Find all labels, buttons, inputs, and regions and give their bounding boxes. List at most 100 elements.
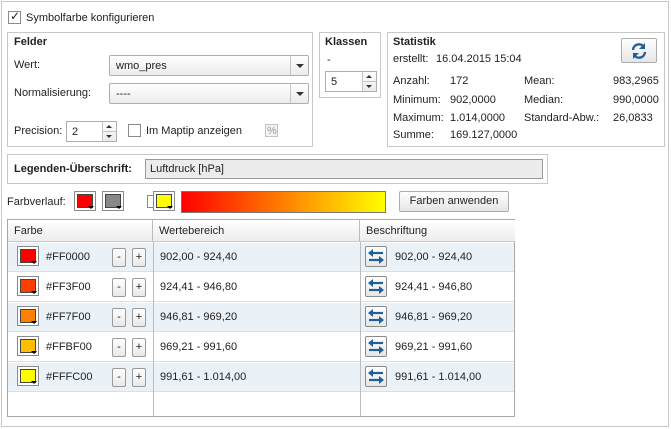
normalisierung-select[interactable]: ---- bbox=[109, 83, 309, 104]
klassen-value: 5 bbox=[331, 76, 338, 88]
row-minus-button[interactable]: - bbox=[112, 278, 126, 297]
copy-range-to-caption-button[interactable] bbox=[365, 306, 387, 327]
refresh-button[interactable] bbox=[621, 38, 657, 63]
table-row[interactable]: #FFFC00 - +991,61 - 1.014,00 991,61 - 1.014… bbox=[8, 363, 514, 392]
swap-arrows-icon bbox=[368, 249, 384, 264]
color-class-table: Farbe Wertebereich Beschriftung #FF0000 -… bbox=[7, 219, 515, 417]
legend-title-group: Legenden-Überschrift: Luftdruck [hPa] bbox=[7, 154, 548, 184]
gradient-preview-bar bbox=[181, 191, 386, 213]
row-color-hex: #FF0000 bbox=[46, 251, 91, 263]
stat-minimum-value: 902,0000 bbox=[450, 94, 496, 106]
copy-range-to-caption-button[interactable] bbox=[365, 336, 387, 357]
row-plus-button[interactable]: + bbox=[132, 308, 146, 327]
apply-colors-button[interactable]: Farben anwenden bbox=[399, 191, 509, 212]
swap-arrows-icon bbox=[368, 309, 384, 324]
table-row[interactable]: #FFBF00 - +969,21 - 991,60 969,21 - 991,60 bbox=[8, 333, 514, 362]
column-header-beschriftung-label: Beschriftung bbox=[366, 225, 428, 237]
created-value: 16.04.2015 15:04 bbox=[436, 53, 522, 65]
wert-select[interactable]: wmo_pres bbox=[109, 55, 309, 76]
klassen-spinner[interactable]: 5 bbox=[325, 71, 377, 92]
row-plus-button[interactable]: + bbox=[132, 368, 146, 387]
statistik-legend: Statistik bbox=[393, 36, 436, 48]
copy-range-to-caption-button[interactable] bbox=[365, 366, 387, 387]
row-range: 969,21 - 991,60 bbox=[160, 341, 238, 353]
legend-title-input[interactable]: Luftdruck [hPa] bbox=[145, 159, 543, 179]
row-color-hex: #FF3F00 bbox=[46, 281, 91, 293]
gradient-end-color-button[interactable] bbox=[153, 191, 175, 211]
dropdown-arrow-icon bbox=[88, 206, 94, 209]
maptip-label: Im Maptip anzeigen bbox=[146, 125, 242, 137]
normalisierung-select-value: ---- bbox=[116, 88, 131, 100]
table-row[interactable]: #FF3F00 - +924,41 - 946,80 924,41 - 946,80 bbox=[8, 273, 514, 302]
chevron-down-icon[interactable] bbox=[290, 56, 308, 75]
spinner-arrows-icon[interactable] bbox=[102, 122, 116, 141]
copy-range-to-caption-button[interactable] bbox=[365, 246, 387, 267]
column-header-farbe[interactable]: Farbe bbox=[8, 220, 153, 242]
row-range: 991,61 - 1.014,00 bbox=[160, 371, 247, 383]
wert-label: Wert: bbox=[14, 59, 41, 71]
legend-title-value: Luftdruck [hPa] bbox=[150, 163, 224, 175]
symbol-color-panel: Symbolfarbe konfigurieren Felder Wert: w… bbox=[1, 1, 669, 427]
dropdown-arrow-icon bbox=[31, 261, 37, 264]
stat-anzahl-value: 172 bbox=[450, 75, 469, 87]
row-color-button[interactable] bbox=[17, 276, 39, 296]
row-plus-button[interactable]: + bbox=[132, 248, 146, 267]
row-minus-button[interactable]: - bbox=[112, 308, 126, 327]
legend-title-label: Legenden-Überschrift: bbox=[14, 163, 132, 175]
stat-anzahl-label: Anzahl: bbox=[393, 75, 430, 87]
row-caption: 969,21 - 991,60 bbox=[395, 341, 473, 353]
swap-arrows-icon bbox=[368, 279, 384, 294]
table-row[interactable]: #FF0000 - +902,00 - 924,40 902,00 - 924,40 bbox=[8, 243, 514, 272]
stat-median-value: 990,0000 bbox=[613, 94, 659, 106]
chevron-down-icon[interactable] bbox=[290, 84, 308, 103]
row-minus-button[interactable]: - bbox=[112, 248, 126, 267]
swap-arrows-icon bbox=[368, 339, 384, 354]
created-label: erstellt: bbox=[393, 53, 429, 65]
row-minus-button[interactable]: - bbox=[112, 368, 126, 387]
row-color-hex: #FFFC00 bbox=[46, 371, 93, 383]
column-header-beschriftung[interactable]: Beschriftung bbox=[360, 220, 515, 242]
copy-range-to-caption-button[interactable] bbox=[365, 276, 387, 297]
row-color-button[interactable] bbox=[17, 366, 39, 386]
dropdown-arrow-icon bbox=[31, 291, 37, 294]
column-divider bbox=[153, 242, 154, 416]
felder-group: Felder Wert: wmo_pres Normalisierung: --… bbox=[7, 32, 313, 147]
row-color-hex: #FF7F00 bbox=[46, 311, 91, 323]
felder-legend: Felder bbox=[14, 36, 48, 48]
stat-mean-label: Mean: bbox=[524, 75, 555, 87]
column-divider bbox=[360, 242, 361, 416]
row-range: 902,00 - 924,40 bbox=[160, 251, 238, 263]
gradient-start-color-button[interactable] bbox=[74, 191, 96, 211]
stat-summe-value: 169.127,0000 bbox=[450, 129, 518, 141]
column-header-wertebereich-label: Wertebereich bbox=[159, 225, 225, 237]
precision-value: 2 bbox=[72, 126, 79, 138]
dropdown-arrow-icon bbox=[116, 206, 122, 209]
spinner-arrows-icon[interactable] bbox=[362, 72, 376, 91]
row-plus-button[interactable]: + bbox=[132, 338, 146, 357]
row-color-button[interactable] bbox=[17, 246, 39, 266]
row-caption: 924,41 - 946,80 bbox=[395, 281, 473, 293]
row-caption: 902,00 - 924,40 bbox=[395, 251, 473, 263]
refresh-icon bbox=[631, 43, 647, 59]
stat-stdabw-value: 26,0833 bbox=[613, 112, 653, 124]
farbverlauf-label: Farbverlauf: bbox=[7, 196, 66, 208]
klassen-legend: Klassen bbox=[325, 36, 368, 48]
stat-mean-value: 983,2965 bbox=[613, 75, 659, 87]
row-color-button[interactable] bbox=[17, 336, 39, 356]
gradient-mid-color-button[interactable] bbox=[102, 191, 124, 211]
row-plus-button[interactable]: + bbox=[132, 278, 146, 297]
klassen-dash: - bbox=[327, 54, 331, 66]
row-caption: 946,81 - 969,20 bbox=[395, 311, 473, 323]
row-color-hex: #FFBF00 bbox=[46, 341, 92, 353]
row-minus-button[interactable]: - bbox=[112, 338, 126, 357]
precision-label: Precision: bbox=[14, 125, 63, 137]
configure-checkbox[interactable] bbox=[8, 9, 21, 24]
maptip-checkbox[interactable] bbox=[128, 124, 141, 137]
row-color-button[interactable] bbox=[17, 306, 39, 326]
precision-spinner[interactable]: 2 bbox=[66, 121, 117, 142]
row-range: 946,81 - 969,20 bbox=[160, 311, 238, 323]
table-row[interactable]: #FF7F00 - +946,81 - 969,20 946,81 - 969,20 bbox=[8, 303, 514, 332]
row-range: 924,41 - 946,80 bbox=[160, 281, 238, 293]
configure-label: Symbolfarbe konfigurieren bbox=[26, 12, 155, 24]
column-header-wertebereich[interactable]: Wertebereich bbox=[153, 220, 360, 242]
